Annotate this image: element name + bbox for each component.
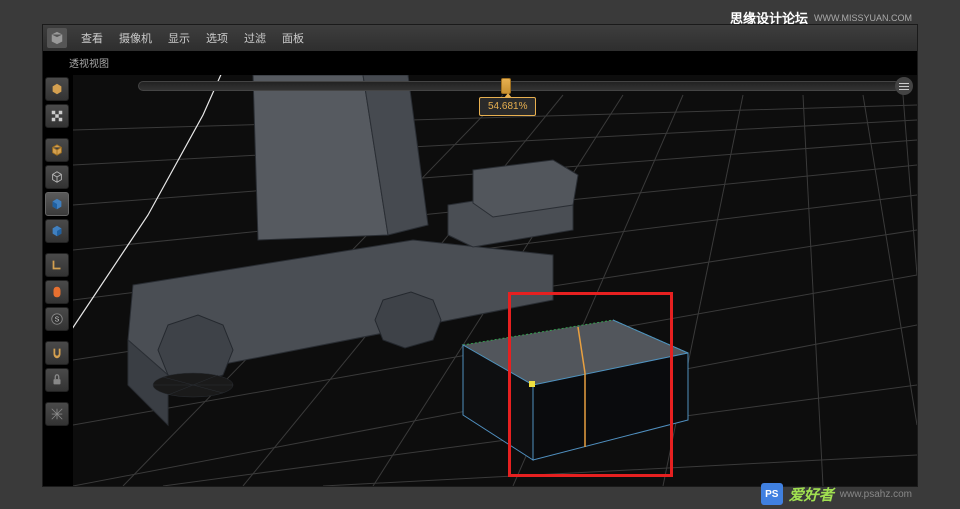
menubar: 查看 摄像机 显示 选项 过滤 面板	[43, 25, 917, 51]
menu-view[interactable]: 查看	[73, 30, 111, 46]
viewport-label: 透视视图	[69, 55, 109, 70]
tool-lock[interactable]	[45, 368, 69, 392]
watermark-bottom: PS 爱好者 www.psahz.com	[761, 483, 912, 505]
tool-cube-blue-right[interactable]	[45, 219, 69, 243]
left-toolbar: S	[43, 75, 71, 428]
app-window: 查看 摄像机 显示 选项 过滤 面板 透视视图 S	[42, 24, 918, 487]
tool-grid[interactable]	[45, 402, 69, 426]
tool-cube-outline[interactable]	[45, 165, 69, 189]
watermark-bottom-title: 爱好者	[789, 484, 834, 505]
menu-options[interactable]: 选项	[198, 30, 236, 46]
tool-checker[interactable]	[45, 104, 69, 128]
tool-cube-gold[interactable]	[45, 138, 69, 162]
viewport[interactable]	[73, 75, 917, 486]
tool-cube-blue-left[interactable]	[45, 192, 69, 216]
menu-filter[interactable]: 过滤	[236, 30, 274, 46]
menu-display[interactable]: 显示	[160, 30, 198, 46]
watermark-logo: PS	[761, 483, 783, 505]
slider-handle[interactable]	[501, 78, 511, 94]
tool-magnet[interactable]	[45, 341, 69, 365]
tool-mouse[interactable]	[45, 280, 69, 304]
svg-text:S: S	[55, 317, 60, 324]
watermark-top-url: WWW.MISSYUAN.COM	[814, 13, 912, 23]
watermark-bottom-url: www.psahz.com	[840, 489, 912, 500]
tool-l-shape[interactable]	[45, 253, 69, 277]
tool-sphere-s[interactable]: S	[45, 307, 69, 331]
slider-track[interactable]	[138, 81, 900, 91]
slider-tooltip: 54.681%	[479, 97, 536, 116]
menu-camera[interactable]: 摄像机	[111, 30, 160, 46]
menu-panel[interactable]: 面板	[274, 30, 312, 46]
viewport-menu-icon[interactable]	[895, 77, 913, 95]
app-icon[interactable]	[47, 28, 67, 48]
tool-cube-fill[interactable]	[45, 77, 69, 101]
